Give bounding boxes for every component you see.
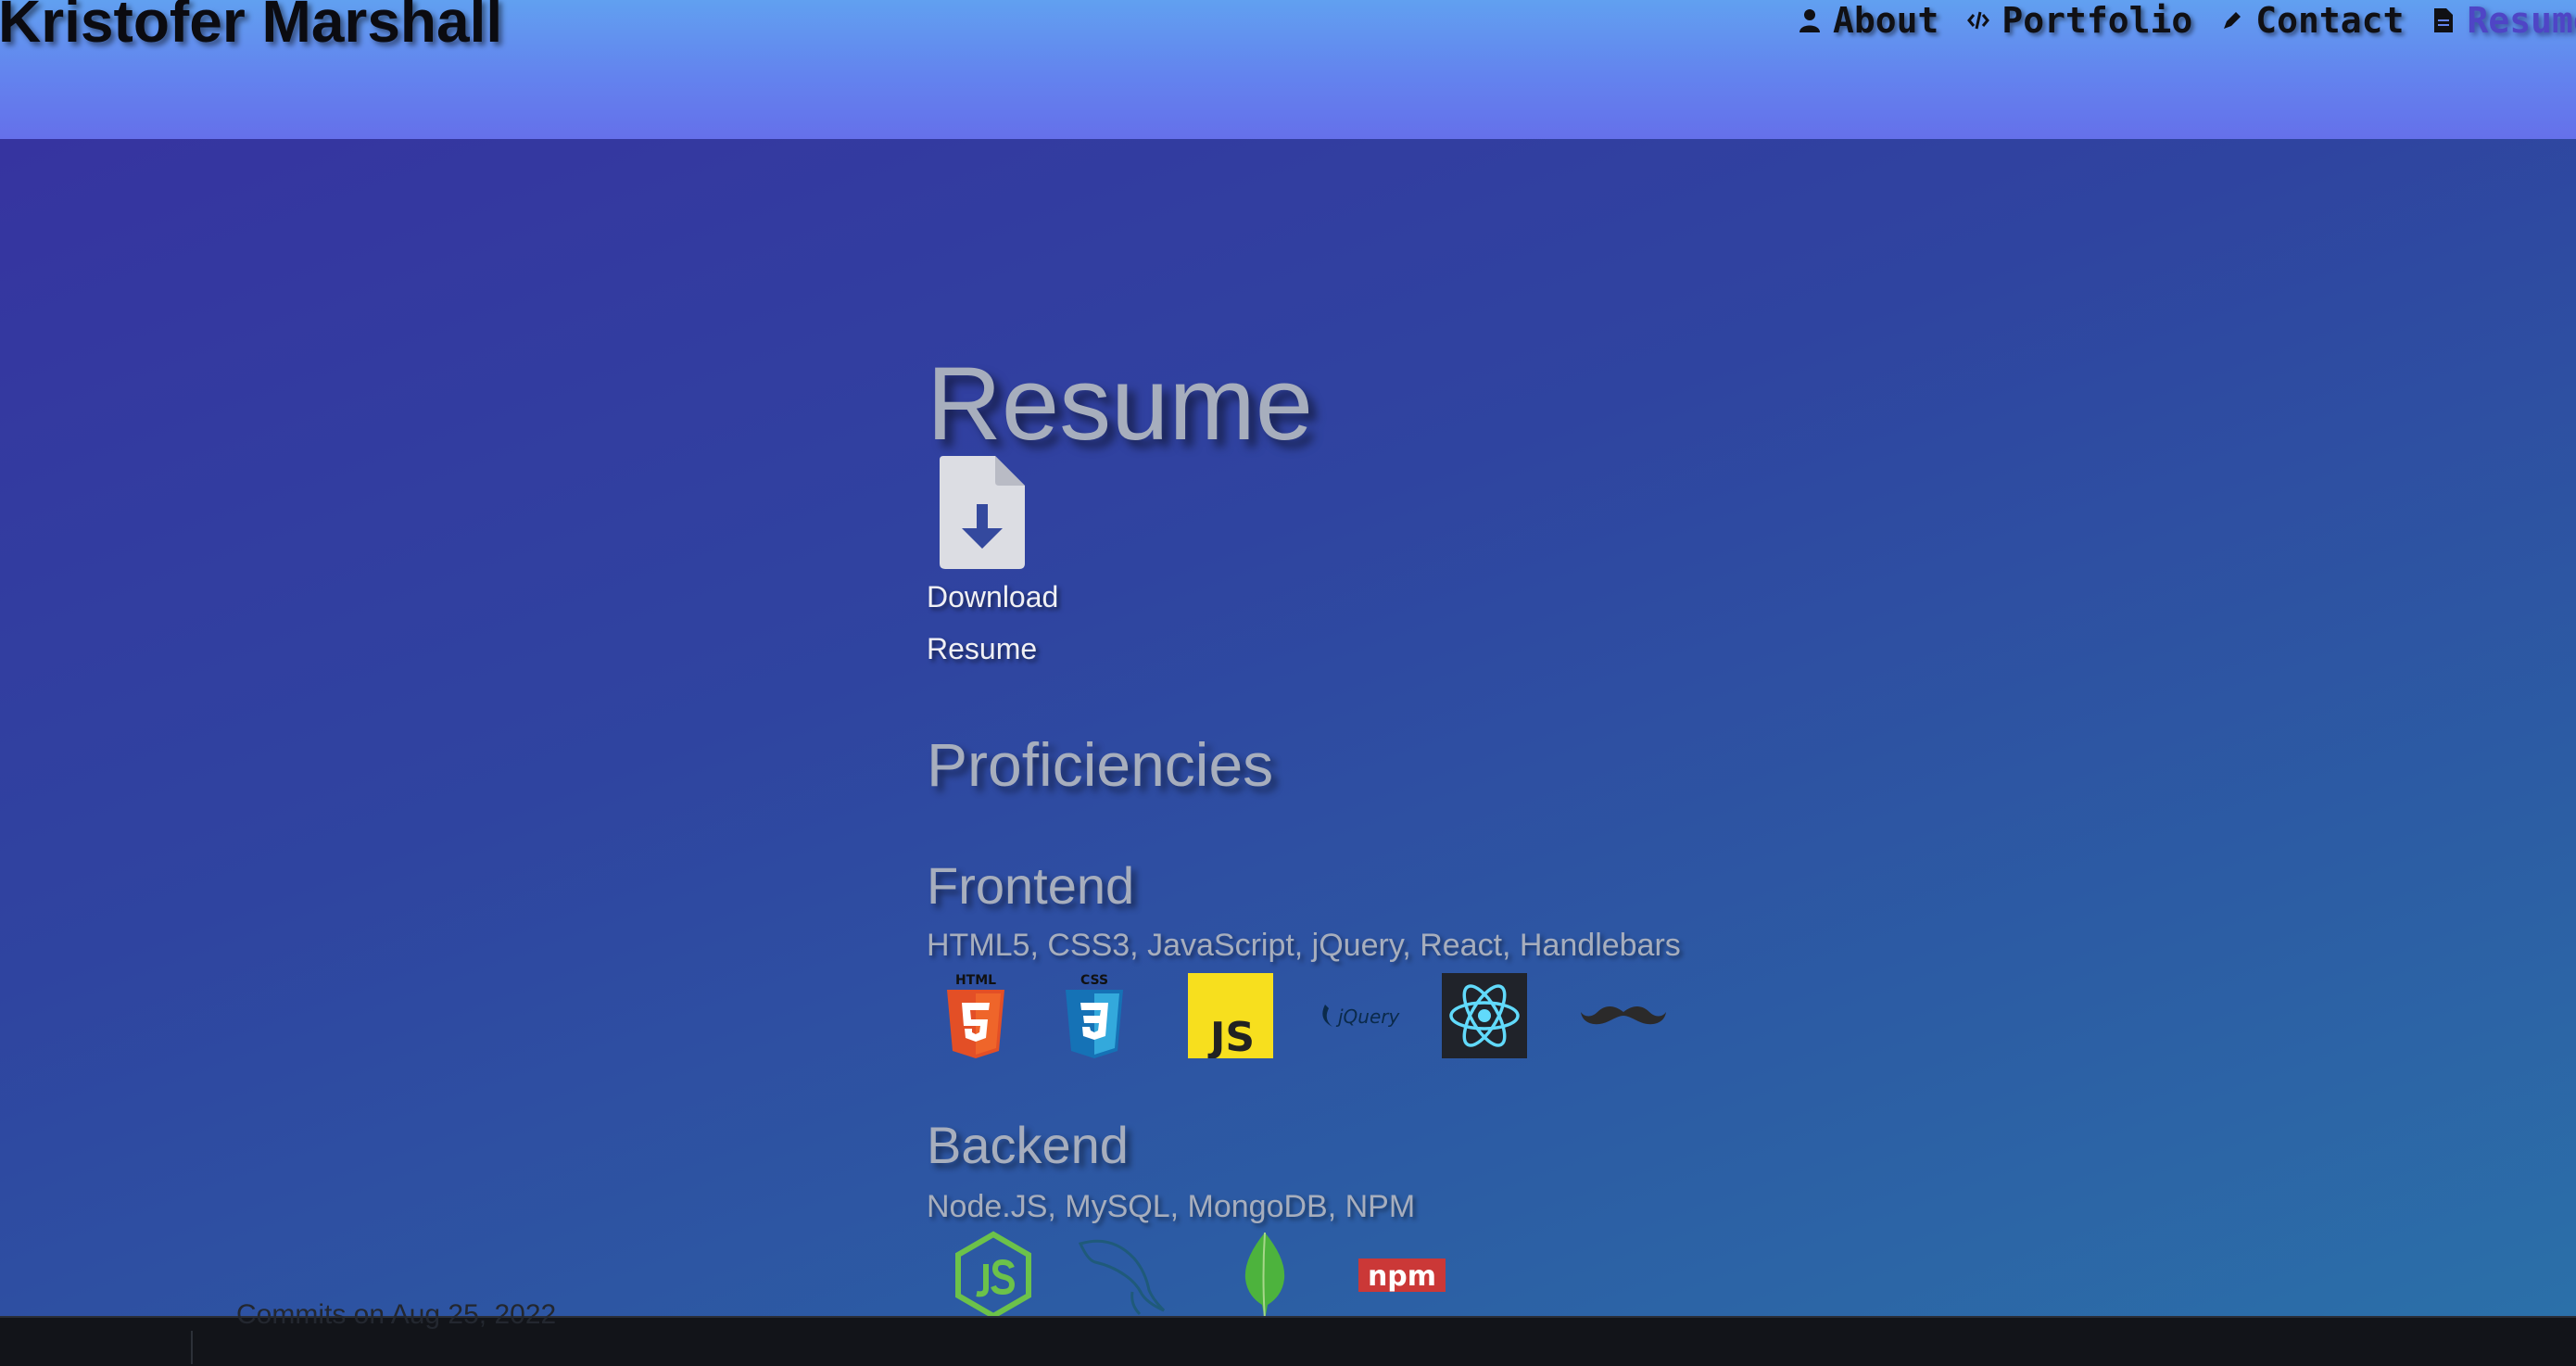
frontend-skills: HTML5, CSS3, JavaScript, jQuery, React, … (927, 928, 1681, 963)
npm-logo: npm (1358, 1258, 1446, 1296)
download-resume-label: Download Resume (927, 580, 1059, 665)
pen-icon (2220, 6, 2244, 34)
file-icon (2431, 6, 2456, 34)
nav-about-link[interactable]: About (1798, 0, 1938, 41)
frontend-heading: Frontend (927, 856, 1135, 915)
page-title: Resume (927, 346, 1314, 462)
file-download-icon (940, 456, 1025, 569)
nav-portfolio-link[interactable]: Portfolio (1966, 0, 2192, 41)
resume-section: Resume Download Resume Proficiencies Fro… (0, 139, 2576, 1316)
backend-heading: Backend (927, 1116, 1129, 1174)
nav-contact-link[interactable]: Contact (2220, 0, 2404, 41)
css3-logo: CSS (1062, 971, 1127, 1065)
jquery-logo-text: jQuery (1335, 1006, 1401, 1028)
commits-date-label: Commits on Aug 25, 2022 (236, 1299, 557, 1330)
handlebars-logo (1577, 999, 1670, 1037)
nav-portfolio-label: Portfolio (2001, 0, 2193, 41)
npm-logo-text: npm (1368, 1260, 1436, 1292)
nav-resume-link[interactable]: Resume (2431, 0, 2576, 41)
nav-contact-label: Contact (2255, 0, 2405, 41)
nodejs-logo (954, 1231, 1032, 1316)
javascript-logo: JS (1188, 973, 1273, 1063)
site-header: Kristofer Marshall About Portfolio Conta… (0, 0, 2576, 139)
javascript-logo-text: JS (1207, 1014, 1255, 1058)
backend-skills: Node.JS, MySQL, MongoDB, NPM (927, 1189, 1416, 1224)
code-icon (1966, 6, 1990, 34)
react-logo (1442, 973, 1527, 1063)
html5-logo: HTML (943, 971, 1008, 1065)
main-nav: About Portfolio Contact Resume (1798, 0, 2576, 41)
jquery-logo: jQuery (1320, 997, 1412, 1039)
css3-logo-text: CSS (1080, 973, 1108, 988)
mysql-logo (1075, 1234, 1168, 1316)
proficiencies-heading: Proficiencies (927, 730, 1274, 799)
html5-logo-text: HTML (955, 973, 996, 988)
mongodb-logo (1242, 1231, 1288, 1316)
site-brand[interactable]: Kristofer Marshall (0, 0, 502, 56)
nav-resume-label: Resume (2467, 0, 2576, 41)
nav-about-label: About (1833, 0, 1939, 41)
timeline-line (191, 1331, 193, 1364)
user-icon (1798, 6, 1822, 34)
